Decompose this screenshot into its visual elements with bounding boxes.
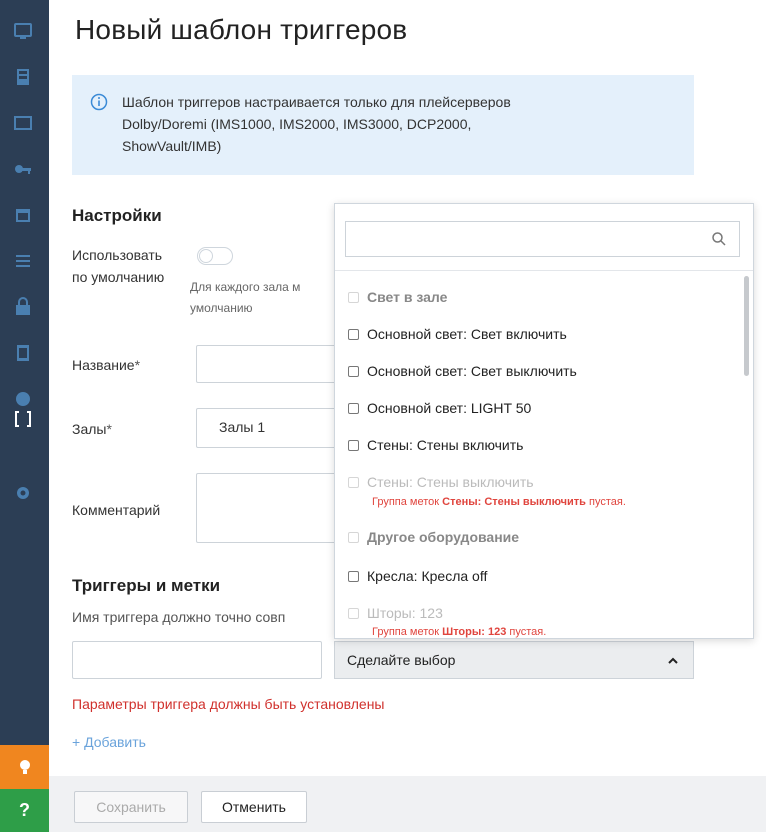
info-text-line: Шаблон триггеров настраивается только дл… [122,94,511,110]
use-default-toggle[interactable] [197,247,233,265]
checkbox-icon[interactable] [348,440,359,451]
hint-line: умолчанию [190,301,253,315]
dropdown-scrollbar[interactable] [744,276,749,376]
gear-icon[interactable] [10,482,36,504]
option-label: Основной свет: LIGHT 50 [367,400,532,416]
search-icon [712,232,726,246]
hint-line: Для каждого зала м [190,280,301,294]
save-button[interactable]: Сохранить [74,791,188,823]
help-icon[interactable]: ? [0,789,49,832]
option-label: Стены: Стены включить [367,437,524,453]
dropdown-option[interactable]: Основной свет: Свет включить [348,326,567,342]
dropdown-group-header: Свет в зале [348,289,447,305]
halls-select[interactable]: Залы 1 [196,408,346,448]
use-default-label: Использовать по умолчанию [72,244,164,288]
checkbox-icon[interactable] [348,366,359,377]
dropdown-option-disabled: Стены: Стены выключить [348,474,534,490]
dropdown-option[interactable]: Основной свет: LIGHT 50 [348,400,531,416]
required-mark: * [134,357,141,373]
info-banner: Шаблон триггеров настраивается только дл… [72,75,694,175]
calendar-icon[interactable] [10,204,36,226]
select-placeholder: Сделайте выбор [347,652,456,668]
checkbox-icon[interactable] [348,571,359,582]
use-default-hint: Для каждого зала м умолчанию [190,277,300,319]
monitor-icon[interactable] [10,20,36,42]
page-title: Новый шаблон триггеров [75,14,408,45]
info-icon [90,93,108,111]
dropdown-divider [335,270,753,271]
note-text: Группа меток [372,496,443,508]
lock-icon[interactable] [10,296,36,318]
triggers-hint: Имя триггера должно точно совп [72,609,286,625]
marks-dropdown: Свет в зале Основной свет: Свет включить… [334,203,754,639]
cancel-button[interactable]: Отменить [201,791,307,823]
dropdown-group-header: Другое оборудование [348,529,519,545]
toggle-knob [199,249,213,263]
lightbulb-icon[interactable] [0,745,49,789]
note-text: пустая. [506,626,547,638]
circle-icon[interactable] [10,388,36,410]
note-group-name: Стены: Стены выключить [442,496,586,508]
empty-group-note: Группа меток Стены: Стены выключить пуст… [372,496,626,508]
add-trigger-link[interactable]: + Добавить [72,734,146,750]
chevron-up-icon [668,657,678,664]
name-input[interactable] [196,345,346,383]
comment-label: Комментарий [72,502,161,518]
checkbox-icon [348,477,359,488]
name-label: Название* [72,354,140,376]
trigger-marks-select[interactable]: Сделайте выбор [334,641,694,679]
option-label: Основной свет: Свет включить [367,326,567,342]
option-label: Другое оборудование [367,529,520,545]
film-icon[interactable] [10,66,36,88]
trigger-error-message: Параметры триггера должны быть установле… [72,696,385,712]
option-label: Основной свет: Свет выключить [367,363,577,379]
use-default-label-line: Использовать [72,247,163,263]
option-label: Свет в зале [367,289,448,305]
key-icon[interactable] [10,158,36,180]
halls-label-text: Залы [72,421,107,437]
dropdown-option-disabled: Шторы: 123 [348,605,443,621]
use-default-label-line: по умолчанию [72,269,165,285]
info-text-line: Dolby/Doremi (IMS1000, IMS2000, IMS3000,… [122,116,472,132]
dropdown-search-input[interactable] [345,221,740,257]
checkbox-icon [348,532,359,543]
option-label: Шторы: 123 [367,605,443,621]
halls-selected-value: Залы 1 [219,419,266,435]
info-text-line: ShowVault/IMB) [122,138,222,154]
checkbox-icon [348,608,359,619]
triggers-title: Триггеры и метки [72,576,221,595]
settings-title: Настройки [72,206,162,225]
note-text: Группа меток [372,626,443,638]
dropdown-option[interactable]: Основной свет: Свет выключить [348,363,577,379]
halls-label: Залы* [72,418,112,440]
required-mark: * [106,421,112,437]
checkbox-icon [348,292,359,303]
trigger-name-input[interactable] [72,641,322,679]
document-icon[interactable] [10,342,36,364]
dropdown-option[interactable]: Кресла: Кресла off [348,568,487,584]
empty-group-note: Группа меток Шторы: 123 пустая. [372,626,546,638]
brackets-icon[interactable] [10,408,36,430]
sidebar: ? [0,0,49,832]
dropdown-option[interactable]: Стены: Стены включить [348,437,523,453]
screen-icon[interactable] [10,112,36,134]
note-group-name: Шторы: 123 [442,626,507,638]
option-label: Кресла: Кресла off [367,568,488,584]
checkbox-icon[interactable] [348,329,359,340]
name-label-text: Название [72,357,135,373]
checkbox-icon[interactable] [348,403,359,414]
option-label: Стены: Стены выключить [367,474,534,490]
comment-textarea[interactable] [196,473,346,543]
note-text: пустая. [585,496,626,508]
list-icon[interactable] [10,250,36,272]
